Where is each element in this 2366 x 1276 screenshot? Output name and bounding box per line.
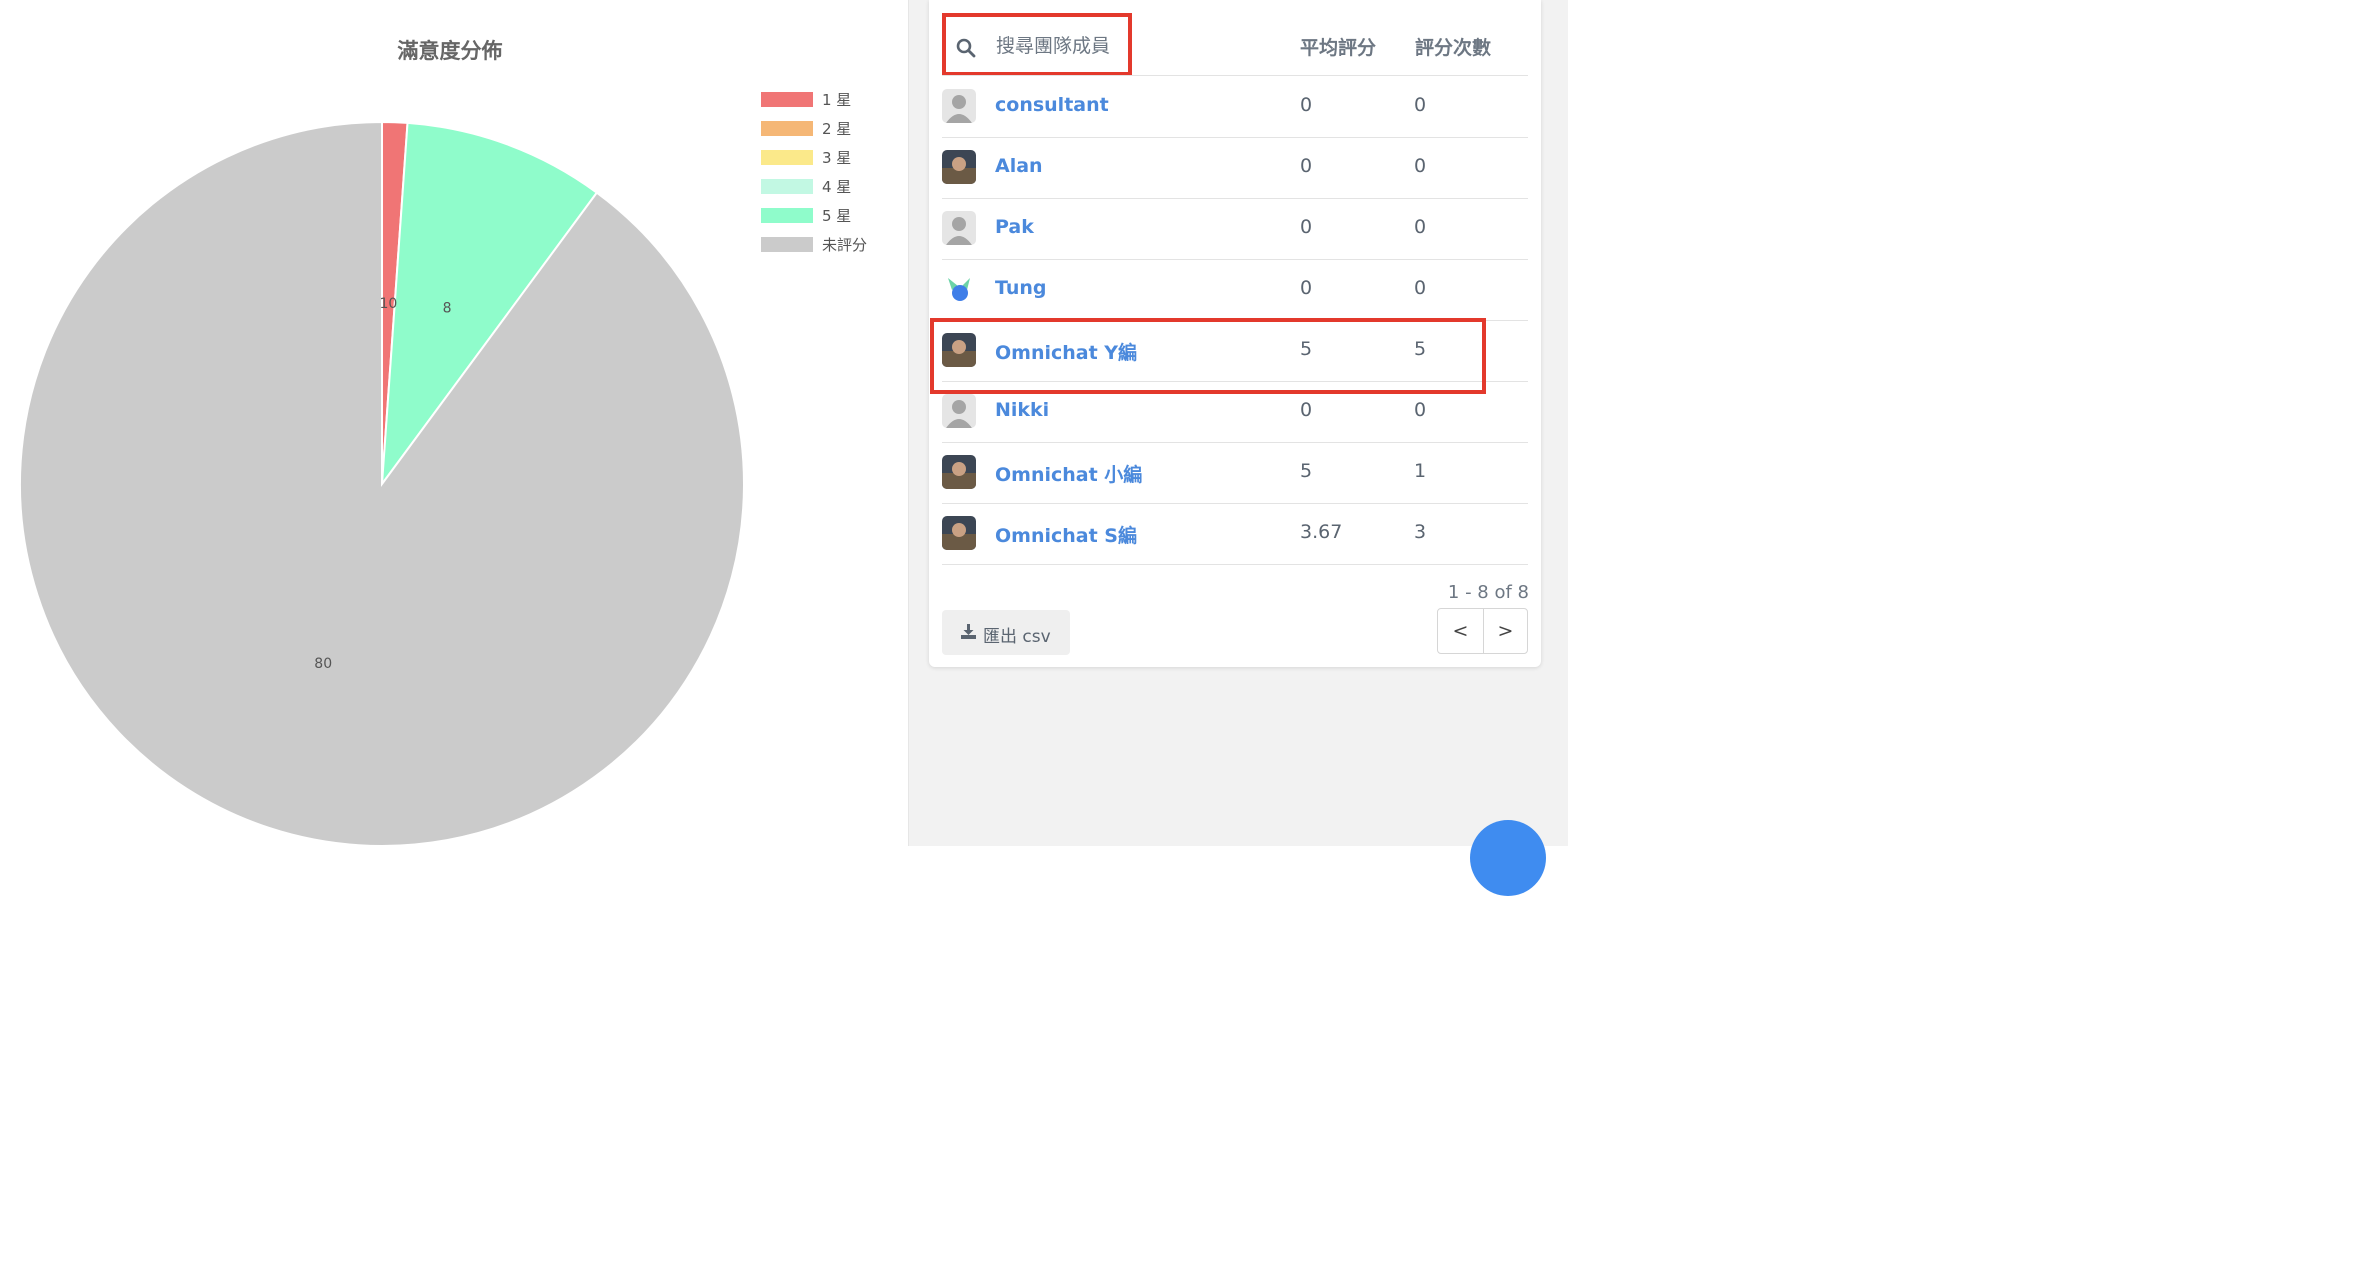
avg-rating-value: 3.67 — [1300, 521, 1343, 543]
chart-title: 滿意度分佈 — [398, 39, 503, 63]
member-name-link[interactable]: Omnichat Y編 — [995, 338, 1137, 365]
avg-rating-value: 5 — [1300, 338, 1313, 360]
avatar — [942, 455, 976, 489]
member-name-link[interactable]: consultant — [995, 94, 1109, 116]
search-box[interactable] — [942, 14, 1128, 76]
search-icon — [956, 38, 976, 58]
member-name-link[interactable]: Alan — [995, 155, 1043, 177]
legend-swatch-4[interactable] — [761, 208, 813, 223]
pie-slice-5[interactable] — [19, 120, 745, 846]
export-csv-button[interactable]: 匯出 csv — [942, 610, 1070, 655]
member-name-link[interactable]: Omnichat S編 — [995, 521, 1137, 548]
avg-rating-value: 0 — [1300, 94, 1313, 116]
next-page-button[interactable]: > — [1483, 609, 1528, 653]
avatar — [942, 394, 976, 428]
member-name-link[interactable]: Omnichat 小編 — [995, 460, 1142, 487]
rating-count-value: 0 — [1414, 277, 1427, 299]
legend-swatch-5[interactable] — [761, 237, 813, 252]
avg-rating-value: 0 — [1300, 399, 1313, 421]
rating-count-value: 0 — [1414, 399, 1427, 421]
avatar — [942, 150, 976, 184]
rating-count-value: 0 — [1414, 155, 1427, 177]
download-icon — [961, 624, 976, 639]
floating-action-button[interactable] — [1470, 820, 1546, 896]
table-row: Tung 0 0 — [942, 259, 1528, 321]
prev-page-button[interactable]: < — [1438, 609, 1484, 653]
pie-slice-label-5: 80 — [314, 656, 332, 672]
export-csv-label: 匯出 csv — [983, 627, 1051, 647]
legend-swatch-0[interactable] — [761, 92, 813, 107]
satisfaction-chart-panel: 滿意度分佈 10 8 80 1 星 2 星 3 星 4 星 5 星未評分 — [0, 0, 908, 846]
member-name-link[interactable]: Pak — [995, 216, 1034, 238]
table-row: Omnichat S編 3.67 3 — [942, 503, 1528, 565]
legend-label-4[interactable]: 5 星 — [822, 207, 851, 225]
rating-count-value: 0 — [1414, 216, 1427, 238]
pagination-controls: < > — [1437, 608, 1528, 654]
table-row: Omnichat 小編 5 1 — [942, 442, 1528, 504]
search-team-member-input[interactable] — [996, 28, 1126, 64]
avg-rating-value: 0 — [1300, 155, 1313, 177]
legend-label-2[interactable]: 3 星 — [822, 149, 851, 167]
legend-swatch-2[interactable] — [761, 150, 813, 165]
legend-swatch-1[interactable] — [761, 121, 813, 136]
satisfaction-pie-chart: 滿意度分佈 10 8 80 1 星 2 星 3 星 4 星 5 星未評分 — [19, 39, 867, 846]
rating-count-value: 0 — [1414, 94, 1427, 116]
pagination-range: 1 - 8 of 8 — [1447, 582, 1529, 603]
table-row: Nikki 0 0 — [942, 381, 1528, 443]
avatar — [942, 211, 976, 245]
rating-count-value: 1 — [1414, 460, 1427, 482]
avg-rating-value: 0 — [1300, 277, 1313, 299]
avg-rating-value: 0 — [1300, 216, 1313, 238]
table-row: Alan 0 0 — [942, 137, 1528, 199]
pie-slice-label-0: 10 — [379, 296, 397, 312]
legend-label-0[interactable]: 1 星 — [822, 91, 851, 109]
rating-count-value: 3 — [1414, 521, 1427, 543]
pie-slice-label-4: 8 — [443, 300, 452, 316]
avatar — [942, 333, 976, 367]
member-name-link[interactable]: Tung — [995, 277, 1047, 299]
table-row: consultant 0 0 — [942, 76, 1528, 138]
rating-count-value: 5 — [1414, 338, 1427, 360]
member-name-link[interactable]: Nikki — [995, 399, 1049, 421]
legend-swatch-3[interactable] — [761, 179, 813, 194]
table-row: Pak 0 0 — [942, 198, 1528, 260]
avg-rating-value: 5 — [1300, 460, 1313, 482]
rating-count-column-header[interactable]: 評分次數 — [1415, 33, 1491, 60]
avatar — [942, 272, 976, 306]
team-ratings-card: 平均評分 評分次數 consultant 0 0 Alan 0 0 Pak 0 0 Tung 0 0 O… — [929, 0, 1541, 667]
avatar — [942, 516, 976, 550]
avatar — [942, 89, 976, 123]
avg-rating-column-header[interactable]: 平均評分 — [1300, 33, 1376, 60]
legend-label-5[interactable]: 未評分 — [822, 236, 867, 254]
legend-label-3[interactable]: 4 星 — [822, 178, 851, 196]
legend-label-1[interactable]: 2 星 — [822, 120, 851, 138]
table-row: Omnichat Y編 5 5 — [942, 320, 1528, 382]
